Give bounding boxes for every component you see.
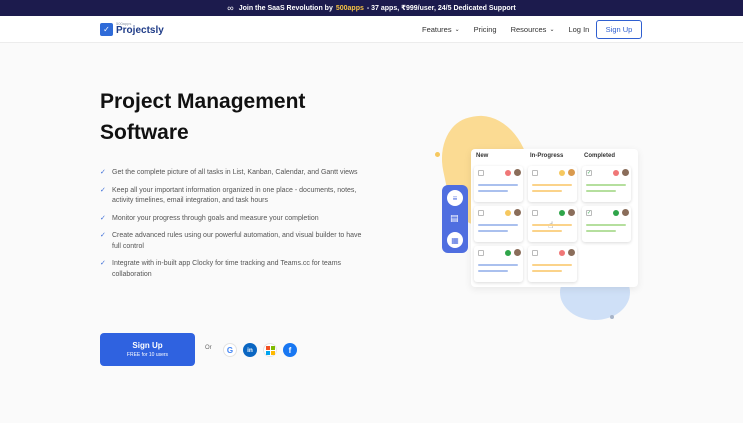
- banner-pre-text: Join the SaaS Revolution by: [238, 4, 333, 12]
- checkbox-icon: [478, 210, 484, 216]
- column-header-new: New: [476, 153, 489, 159]
- task-card: [474, 206, 523, 242]
- nav-signup-button[interactable]: Sign Up: [596, 20, 642, 39]
- chevron-down-icon: ⌄: [549, 27, 555, 33]
- logo-check-icon: ✓: [100, 22, 113, 36]
- decor-dot: [610, 315, 614, 319]
- checkbox-checked-icon: ✓: [586, 170, 592, 176]
- feature-list: ✓ Get the complete picture of all tasks i…: [100, 168, 365, 287]
- priority-dot: [559, 210, 565, 216]
- priority-dot: [505, 170, 511, 176]
- task-card: ✓: [582, 166, 631, 202]
- promo-banner[interactable]: ∞ Join the SaaS Revolution by 500apps - …: [0, 0, 743, 16]
- avatar: [568, 249, 575, 256]
- logo-name: Projectsly: [116, 25, 164, 36]
- priority-dot: [505, 210, 511, 216]
- list-item: ✓ Integrate with in-built app Clocky for …: [100, 259, 365, 280]
- nav-features[interactable]: Features ⌄: [422, 25, 460, 34]
- microsoft-icon[interactable]: [263, 343, 277, 357]
- avatar: [622, 169, 629, 176]
- linkedin-icon[interactable]: in: [243, 343, 257, 357]
- task-card: ✓: [582, 206, 631, 242]
- infinity-icon: ∞: [227, 3, 234, 13]
- google-icon[interactable]: G: [223, 343, 237, 357]
- cta-sub: FREE for 10 users: [126, 352, 169, 358]
- check-icon: ✓: [100, 186, 106, 194]
- banner-highlight: 500apps: [335, 4, 364, 12]
- avatar: [622, 209, 629, 216]
- task-card: [528, 166, 577, 202]
- or-label: Or: [205, 345, 212, 351]
- avatar: [514, 169, 521, 176]
- nav-login[interactable]: Log In: [568, 25, 589, 34]
- checkbox-icon: [478, 250, 484, 256]
- check-icon: ✓: [100, 214, 106, 222]
- kanban-board: New In-Progress Completed ✓ ✓: [471, 149, 638, 287]
- avatar: [568, 169, 575, 176]
- checkbox-icon: [478, 170, 484, 176]
- avatar: [514, 209, 521, 216]
- navbar: ✓ 500apps Projectsly Features ⌄ Pricing R…: [0, 16, 743, 43]
- page-title: Project Management Software: [100, 90, 306, 144]
- list-item: ✓ Create advanced rules using our powerfu…: [100, 231, 365, 252]
- list-item: ✓ Keep all your important information org…: [100, 186, 365, 207]
- column-header-in-progress: In-Progress: [530, 153, 564, 159]
- avatar: [568, 209, 575, 216]
- column-header-completed: Completed: [584, 153, 616, 159]
- calendar-view-icon[interactable]: ▦: [447, 232, 463, 248]
- priority-dot: [559, 250, 565, 256]
- facebook-icon[interactable]: f: [283, 343, 297, 357]
- nav-pricing[interactable]: Pricing: [474, 25, 497, 34]
- checkbox-icon: [532, 170, 538, 176]
- logo[interactable]: ✓ 500apps Projectsly: [100, 22, 164, 36]
- check-icon: ✓: [100, 260, 106, 267]
- nav-resources[interactable]: Resources ⌄: [511, 25, 555, 34]
- kanban-view-icon[interactable]: ▤: [450, 213, 459, 224]
- task-card: [474, 246, 523, 282]
- chevron-down-icon: ⌄: [454, 27, 460, 33]
- check-icon: ✓: [100, 169, 106, 176]
- priority-dot: [613, 210, 619, 216]
- checkbox-checked-icon: ✓: [586, 210, 592, 216]
- avatar: [514, 249, 521, 256]
- signup-cta-button[interactable]: Sign Up FREE for 10 users: [100, 333, 195, 366]
- banner-post-text: - 37 apps, ₹999/user, 24/5 Dedicated Sup…: [366, 5, 516, 12]
- task-card: [474, 166, 523, 202]
- check-icon: ✓: [100, 232, 106, 239]
- list-item: ✓ Monitor your progress through goals and…: [100, 214, 365, 225]
- kanban-illustration: New In-Progress Completed ✓ ✓ ≡ ▤ ▦: [430, 107, 650, 325]
- view-switcher-panel: ≡ ▤ ▦: [442, 185, 468, 253]
- decor-dot: [435, 152, 440, 157]
- priority-dot: [613, 170, 619, 176]
- checkbox-icon: [532, 210, 538, 216]
- cta-label: Sign Up: [132, 341, 163, 350]
- task-card: [528, 246, 577, 282]
- task-card: ☝: [528, 206, 577, 242]
- list-item: ✓ Get the complete picture of all tasks i…: [100, 168, 365, 179]
- priority-dot: [505, 250, 511, 256]
- list-view-icon[interactable]: ≡: [447, 190, 463, 206]
- checkbox-icon: [532, 250, 538, 256]
- priority-dot: [559, 170, 565, 176]
